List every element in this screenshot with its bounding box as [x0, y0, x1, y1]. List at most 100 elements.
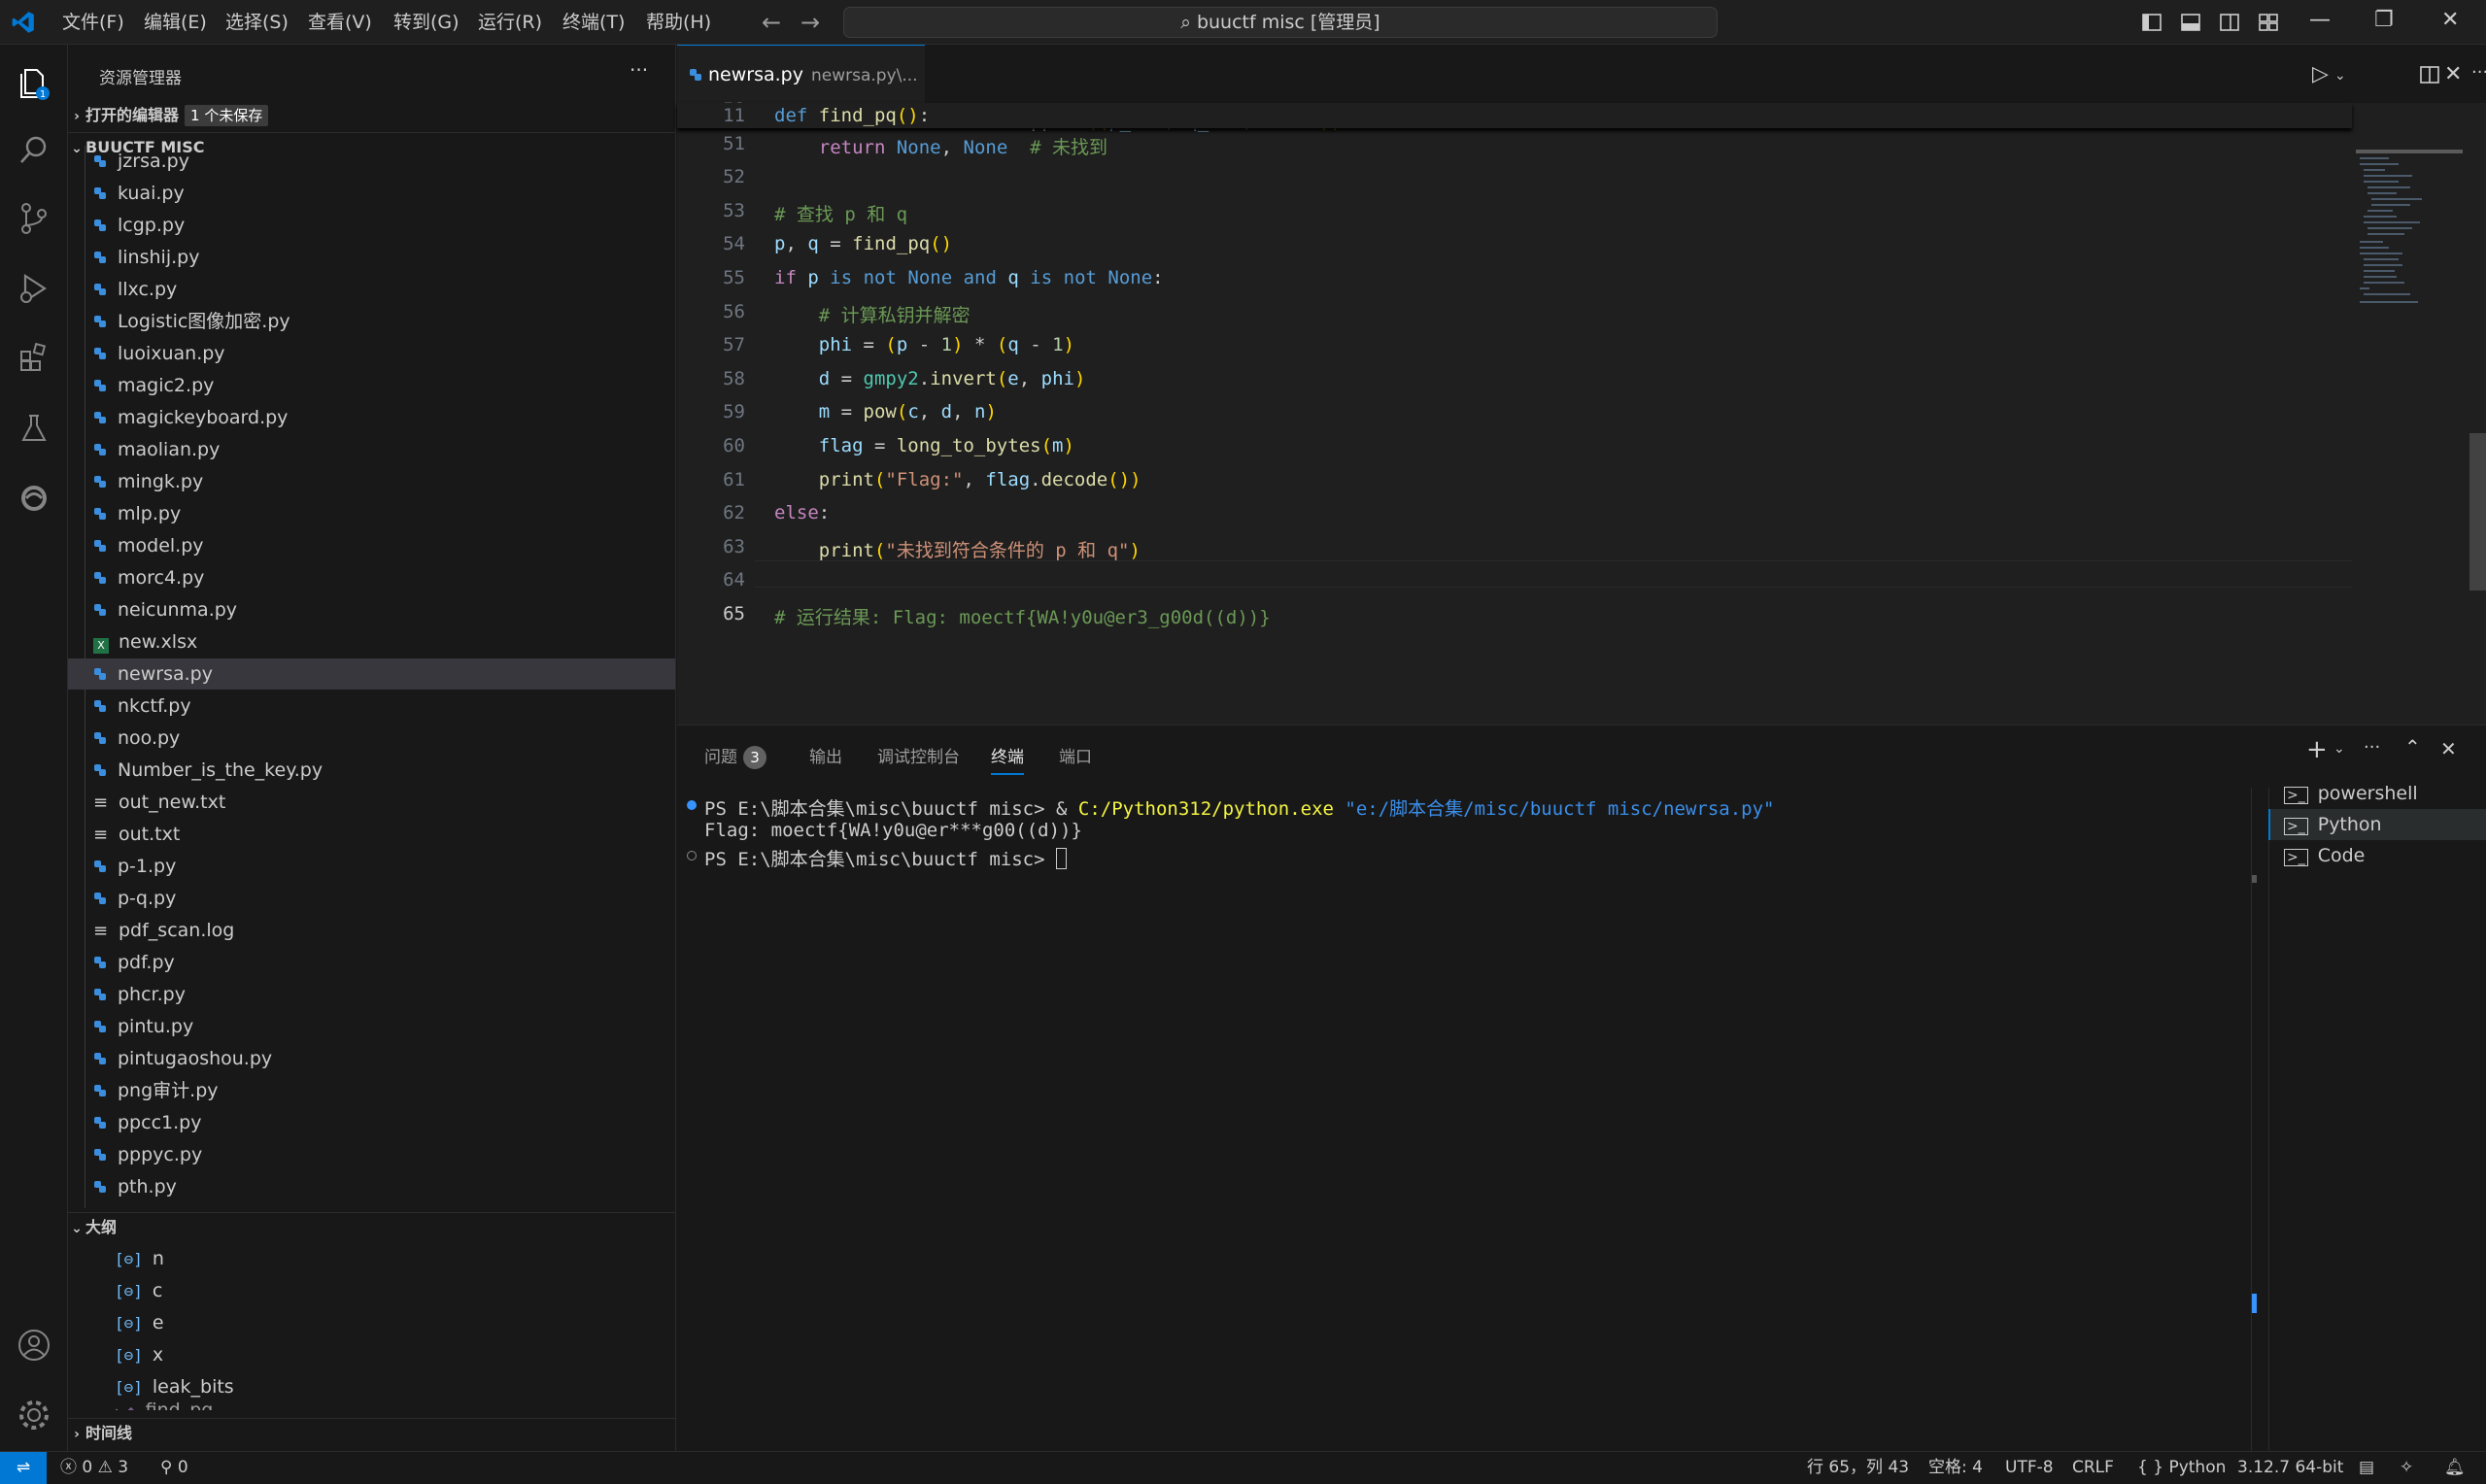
file-item[interactable]: ≡ out.txt: [68, 819, 675, 850]
menu-view[interactable]: 查看(V): [308, 0, 372, 45]
menu-help[interactable]: 帮助(H): [646, 0, 711, 45]
indentation[interactable]: 空格: 4: [1928, 1452, 1983, 1483]
cursor-position[interactable]: 行 65，列 43: [1807, 1452, 1909, 1483]
file-item[interactable]: magickeyboard.py: [68, 402, 675, 433]
file-item[interactable]: newrsa.py: [68, 658, 675, 690]
restore-icon[interactable]: ❐: [2374, 8, 2394, 32]
file-item[interactable]: p-q.py: [68, 883, 675, 914]
customize-layout-icon[interactable]: [2258, 12, 2279, 33]
file-item[interactable]: neicunma.py: [68, 594, 675, 625]
toggle-panel-icon[interactable]: [2180, 12, 2201, 33]
file-item[interactable]: Logistic图像加密.py: [68, 306, 675, 337]
terminal-item-code[interactable]: >_ Code: [2268, 840, 2486, 871]
file-item[interactable]: ≡ out_new.txt: [68, 787, 675, 818]
split-editor-icon[interactable]: [2419, 64, 2440, 85]
remote-indicator-icon[interactable]: ⇌: [0, 1452, 47, 1484]
terminal-item-powershell[interactable]: >_ powershell: [2268, 778, 2486, 809]
tab-output[interactable]: 输出: [809, 743, 842, 767]
file-item[interactable]: png审计.py: [68, 1075, 675, 1106]
close-editor-icon[interactable]: ✕: [2444, 62, 2462, 86]
file-item[interactable]: pintu.py: [68, 1011, 675, 1042]
search-icon[interactable]: [14, 130, 54, 171]
tab-ports[interactable]: 端口: [1059, 743, 1092, 767]
file-item[interactable]: ≡ pdf_scan.log: [68, 915, 675, 946]
file-item[interactable]: Xnew.xlsx: [68, 626, 675, 658]
outline-item-partial[interactable]: ›◈find_pq: [68, 1399, 675, 1410]
extensions-icon[interactable]: [14, 338, 54, 379]
menu-selection[interactable]: 选择(S): [225, 0, 289, 45]
file-item[interactable]: mlp.py: [68, 498, 675, 529]
minimap[interactable]: [2356, 105, 2486, 396]
file-item[interactable]: noo.py: [68, 723, 675, 754]
problems-status[interactable]: ⓧ 0 ⚠ 3: [60, 1452, 128, 1483]
outline-header[interactable]: ⌄ 大纲: [68, 1212, 675, 1241]
tab-newrsa[interactable]: newrsa.py newrsa.py\...: [677, 45, 925, 103]
run-and-debug-icon[interactable]: [14, 268, 54, 309]
back-arrow-icon[interactable]: ←: [762, 10, 781, 35]
toggle-primary-sidebar-icon[interactable]: [2141, 12, 2162, 33]
minimize-icon[interactable]: —: [2309, 8, 2331, 32]
forward-arrow-icon[interactable]: →: [800, 10, 820, 35]
editor-more-icon[interactable]: ···: [2471, 62, 2486, 83]
file-item[interactable]: model.py: [68, 530, 675, 561]
file-item[interactable]: pintugaoshou.py: [68, 1043, 675, 1074]
file-item[interactable]: magic2.py: [68, 370, 675, 401]
command-success-decoration[interactable]: [687, 800, 697, 810]
file-item[interactable]: linshij.py: [68, 242, 675, 273]
tab-problems[interactable]: 问题 3: [704, 743, 766, 769]
menu-terminal[interactable]: 终端(T): [562, 0, 625, 45]
copilot-icon[interactable]: ✧: [2400, 1452, 2413, 1483]
file-item[interactable]: Number_is_the_key.py: [68, 755, 675, 786]
terminal-item-python[interactable]: >_ Python: [2268, 809, 2486, 840]
file-item[interactable]: mingk.py: [68, 466, 675, 497]
toggle-secondary-sidebar-icon[interactable]: [2219, 12, 2240, 33]
source-control-icon[interactable]: [14, 198, 54, 239]
encoding[interactable]: UTF-8: [2005, 1452, 2054, 1483]
menu-file[interactable]: 文件(F): [62, 0, 124, 45]
file-item[interactable]: morc4.py: [68, 562, 675, 593]
file-item[interactable]: maolian.py: [68, 434, 675, 465]
file-item[interactable]: llxc.py: [68, 274, 675, 305]
outline-item[interactable]: [⊖] x: [68, 1339, 675, 1370]
sticky-scroll[interactable]: 11 def find_pq():: [677, 103, 2352, 128]
language-mode[interactable]: { } Python: [2137, 1452, 2226, 1483]
file-item[interactable]: nkctf.py: [68, 691, 675, 722]
editor-scrollbar-thumb[interactable]: [2469, 433, 2486, 590]
terminal-profile-chevron-icon[interactable]: ⌄: [2333, 741, 2345, 757]
run-python-icon[interactable]: ▷: [2312, 62, 2329, 86]
file-item[interactable]: kuai.py: [68, 178, 675, 209]
file-item[interactable]: ppcc1.py: [68, 1107, 675, 1138]
maximize-panel-chevron-up-icon[interactable]: ⌃: [2404, 735, 2421, 759]
close-window-icon[interactable]: ✕: [2441, 8, 2459, 32]
file-item[interactable]: p-1.py: [68, 851, 675, 882]
menu-edit[interactable]: 编辑(E): [144, 0, 207, 45]
close-panel-icon[interactable]: ✕: [2440, 737, 2457, 760]
file-item[interactable]: pdf.py: [68, 947, 675, 978]
terminal-line-prompt[interactable]: PS E:\脚本合集\misc\buuctf misc>: [704, 845, 1067, 871]
command-center[interactable]: ⌕ buuctf misc [管理员]: [843, 7, 1718, 38]
file-item[interactable]: lcgp.py: [68, 210, 675, 241]
open-editors-header[interactable]: › 打开的编辑器 1 个未保存: [68, 101, 675, 130]
explorer-icon[interactable]: 1: [14, 62, 54, 103]
outline-item[interactable]: [⊖] c: [68, 1275, 675, 1306]
timeline-header[interactable]: › 时间线: [68, 1418, 675, 1447]
accounts-icon[interactable]: [14, 1325, 54, 1366]
file-item[interactable]: phcr.py: [68, 979, 675, 1010]
testing-flask-icon[interactable]: [14, 408, 54, 449]
outline-item[interactable]: [⊖] e: [68, 1307, 675, 1338]
python-interpreter[interactable]: 3.12.7 64-bit: [2237, 1452, 2343, 1483]
panel-more-icon[interactable]: ···: [2364, 737, 2380, 758]
menu-go[interactable]: 转到(G): [393, 0, 460, 45]
more-actions-icon[interactable]: ···: [630, 58, 648, 82]
tab-terminal[interactable]: 终端: [991, 743, 1024, 775]
file-info-icon[interactable]: ▤: [2359, 1452, 2374, 1483]
remote-explorer-icon[interactable]: [14, 478, 54, 519]
ports-status[interactable]: ⚲ 0: [160, 1452, 188, 1483]
new-terminal-plus-icon[interactable]: +: [2306, 735, 2328, 764]
menu-run[interactable]: 运行(R): [478, 0, 542, 45]
manage-gear-icon[interactable]: [14, 1395, 54, 1435]
tab-debug-console[interactable]: 调试控制台: [877, 743, 960, 767]
run-dropdown-chevron-icon[interactable]: ⌄: [2334, 68, 2346, 84]
outline-item[interactable]: [⊖] n: [68, 1243, 675, 1274]
file-item[interactable]: jzrsa.py: [68, 146, 675, 177]
